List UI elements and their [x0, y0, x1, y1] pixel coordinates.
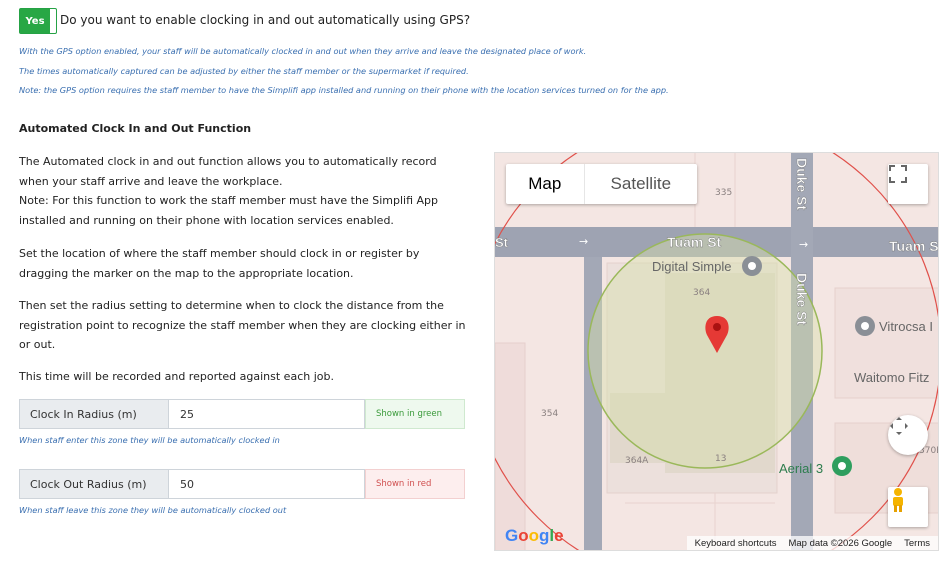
marker-paragraph: Set the location of where the staff memb…: [19, 247, 420, 280]
street-label-duke-top: Duke St: [794, 158, 810, 210]
place-pin-icon[interactable]: [832, 456, 852, 476]
place-label-vitrocsa: Vitrocsa I: [879, 319, 933, 334]
terms-link[interactable]: Terms: [904, 538, 930, 549]
fullscreen-icon[interactable]: [888, 164, 928, 204]
street-view-pegman-icon[interactable]: [888, 487, 928, 527]
map-data-attribution: Map data ©2026 Google: [788, 537, 893, 549]
clock-in-label: Clock In Radius (m): [19, 399, 169, 429]
place-pin-icon[interactable]: [855, 316, 875, 336]
clock-out-label: Clock Out Radius (m): [19, 469, 169, 499]
google-logo: Google: [505, 526, 564, 545]
svg-text:→: →: [799, 238, 808, 251]
gps-note-2: The times automatically captured can be …: [19, 66, 469, 76]
street-label-tuam-right: Tuam S: [889, 238, 939, 254]
clock-in-color-tag: Shown in green: [365, 399, 465, 429]
map-type-control: Map Satellite: [506, 164, 697, 204]
clock-in-hint: When staff enter this zone they will be …: [19, 435, 280, 445]
svg-text:→: →: [579, 235, 588, 248]
intro-paragraph: The Automated clock in and out function …: [19, 152, 469, 230]
clock-in-input[interactable]: 25: [169, 399, 365, 429]
map-type-map-button[interactable]: Map: [506, 164, 584, 204]
intro-text: The Automated clock in and out function …: [19, 155, 437, 188]
street-label-tuam-left: St: [495, 235, 509, 250]
keyboard-shortcuts-link[interactable]: Keyboard shortcuts: [695, 538, 777, 549]
address-364: 364: [693, 288, 710, 298]
map-type-satellite-button[interactable]: Satellite: [583, 164, 697, 204]
clock-out-field: Clock Out Radius (m) 50 Shown in red: [19, 469, 465, 499]
place-label-aerial: Aerial 3: [779, 461, 823, 476]
place-label-waitomo: Waitomo Fitz: [854, 370, 929, 385]
map-canvas[interactable]: → → St Tuam St Tuam S Duke St Duke St 33…: [495, 153, 939, 551]
clock-out-hint: When staff leave this zone they will be …: [19, 505, 287, 515]
street-label-duke: Duke St: [794, 273, 810, 325]
clock-out-color-tag: Shown in red: [365, 469, 465, 499]
gps-toggle-on: Yes: [20, 9, 50, 33]
location-map[interactable]: → → St Tuam St Tuam S Duke St Duke St 33…: [494, 152, 939, 551]
address-364a: 364A: [625, 456, 649, 466]
intro-note: Note: For this function to work the staf…: [19, 194, 438, 227]
gps-question: Do you want to enable clocking in and ou…: [60, 13, 471, 27]
radius-paragraph: Then set the radius setting to determine…: [19, 299, 466, 351]
clock-out-input[interactable]: 50: [169, 469, 365, 499]
gps-note-1: With the GPS option enabled, your staff …: [19, 46, 587, 56]
street-label-tuam: Tuam St: [667, 234, 722, 250]
address-13: 13: [715, 454, 726, 464]
place-pin-icon[interactable]: [742, 256, 762, 276]
recorded-paragraph: This time will be recorded and reported …: [19, 370, 334, 383]
address-354: 354: [541, 409, 558, 419]
clock-in-field: Clock In Radius (m) 25 Shown in green: [19, 399, 465, 429]
address-335: 335: [715, 188, 732, 198]
map-footer: Keyboard shortcuts Map data ©2026 Google…: [686, 536, 938, 550]
gps-note-3: Note: the GPS option requires the staff …: [19, 85, 669, 95]
camera-control-icon[interactable]: [888, 415, 928, 455]
section-heading: Automated Clock In and Out Function: [19, 122, 252, 135]
place-label-digital-simple: Digital Simple: [652, 259, 731, 274]
gps-toggle[interactable]: Yes: [19, 8, 57, 34]
